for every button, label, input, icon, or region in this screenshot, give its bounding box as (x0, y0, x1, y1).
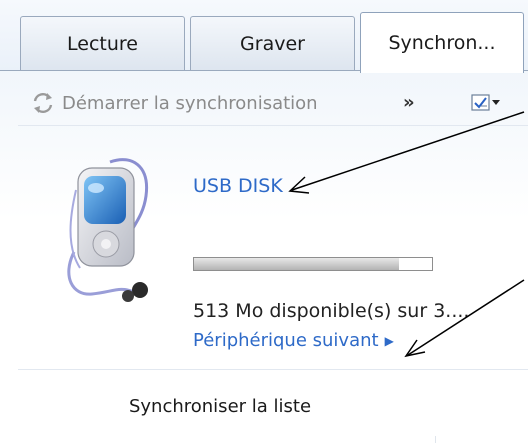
sync-icon (33, 93, 53, 113)
device-name-link[interactable]: USB DISK (193, 175, 283, 197)
media-player-device-icon (67, 158, 149, 302)
tab-graver[interactable]: Graver (190, 16, 355, 71)
storage-usage-bar (193, 257, 433, 271)
next-device-link[interactable]: Périphérique suivant ▶ (193, 330, 394, 351)
storage-usage-fill (194, 258, 399, 270)
next-device-label: Périphérique suivant (193, 330, 379, 351)
tab-strip: Lecture Graver Synchron... (0, 0, 528, 73)
sync-options-button[interactable] (471, 93, 503, 113)
tab-label: Lecture (67, 33, 138, 55)
tab-lecture[interactable]: Lecture (20, 16, 185, 71)
column-divider (435, 436, 436, 443)
tab-label: Graver (240, 33, 305, 55)
start-sync-button[interactable]: Démarrer la synchronisation (30, 89, 318, 117)
list-divider (18, 369, 528, 370)
available-space-text: 513 Mo disponible(s) sur 3.... (193, 300, 470, 322)
toolbar-divider (18, 125, 528, 126)
sync-list-title: Synchroniser la liste (128, 396, 312, 417)
chevron-right-icon: ▶ (384, 333, 394, 348)
tab-synchroniser[interactable]: Synchron... (360, 12, 524, 73)
start-sync-label: Démarrer la synchronisation (62, 92, 318, 114)
more-options-chevron[interactable]: » (403, 92, 415, 113)
checklist-dropdown-icon (471, 94, 500, 111)
tab-label: Synchron... (388, 32, 496, 54)
